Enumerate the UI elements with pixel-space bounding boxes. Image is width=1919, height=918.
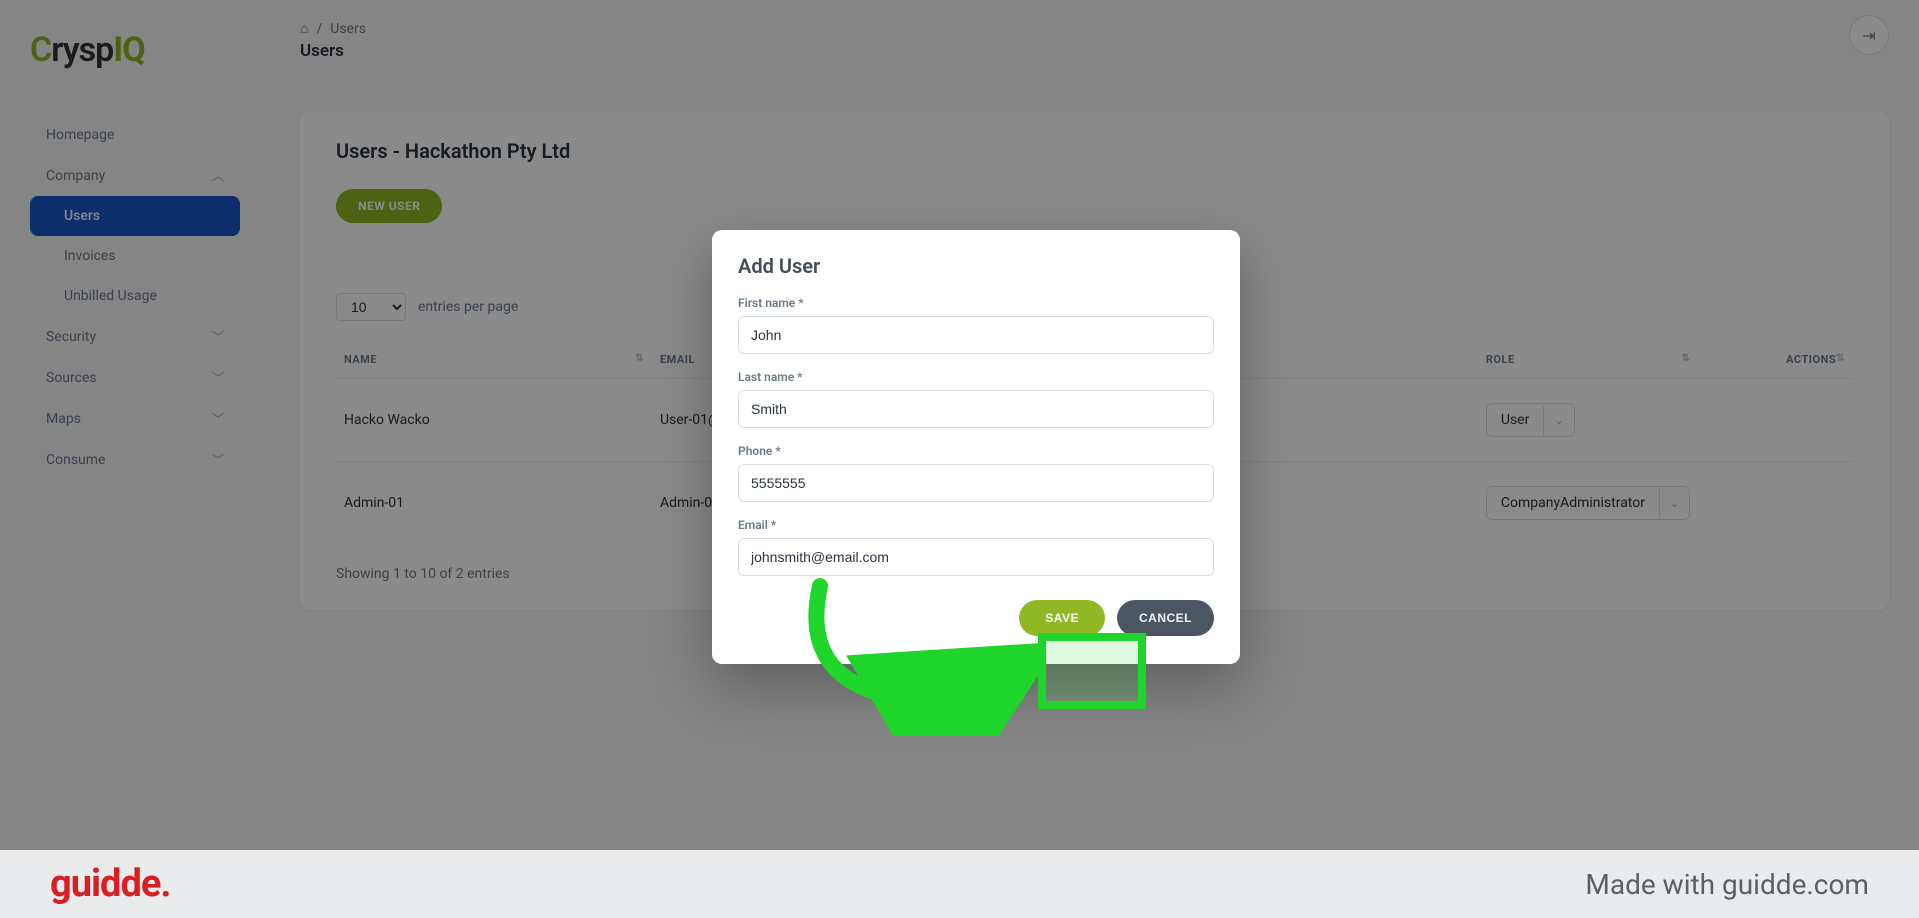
last-name-label: Last name * xyxy=(738,370,1214,384)
phone-input[interactable] xyxy=(738,464,1214,502)
guidde-logo: guidde. xyxy=(50,862,170,906)
guidde-footer: guidde. Made with guidde.com xyxy=(0,850,1919,918)
guidde-tagline: Made with guidde.com xyxy=(1585,868,1869,901)
email-label: Email * xyxy=(738,518,1214,532)
email-input[interactable] xyxy=(738,538,1214,576)
phone-label: Phone * xyxy=(738,444,1214,458)
last-name-input[interactable] xyxy=(738,390,1214,428)
add-user-modal: Add User First name * Last name * Phone … xyxy=(712,230,1240,664)
first-name-input[interactable] xyxy=(738,316,1214,354)
first-name-label: First name * xyxy=(738,296,1214,310)
save-button[interactable]: SAVE xyxy=(1019,600,1105,636)
modal-title: Add User xyxy=(738,254,1214,278)
cancel-button[interactable]: CANCEL xyxy=(1117,600,1214,636)
